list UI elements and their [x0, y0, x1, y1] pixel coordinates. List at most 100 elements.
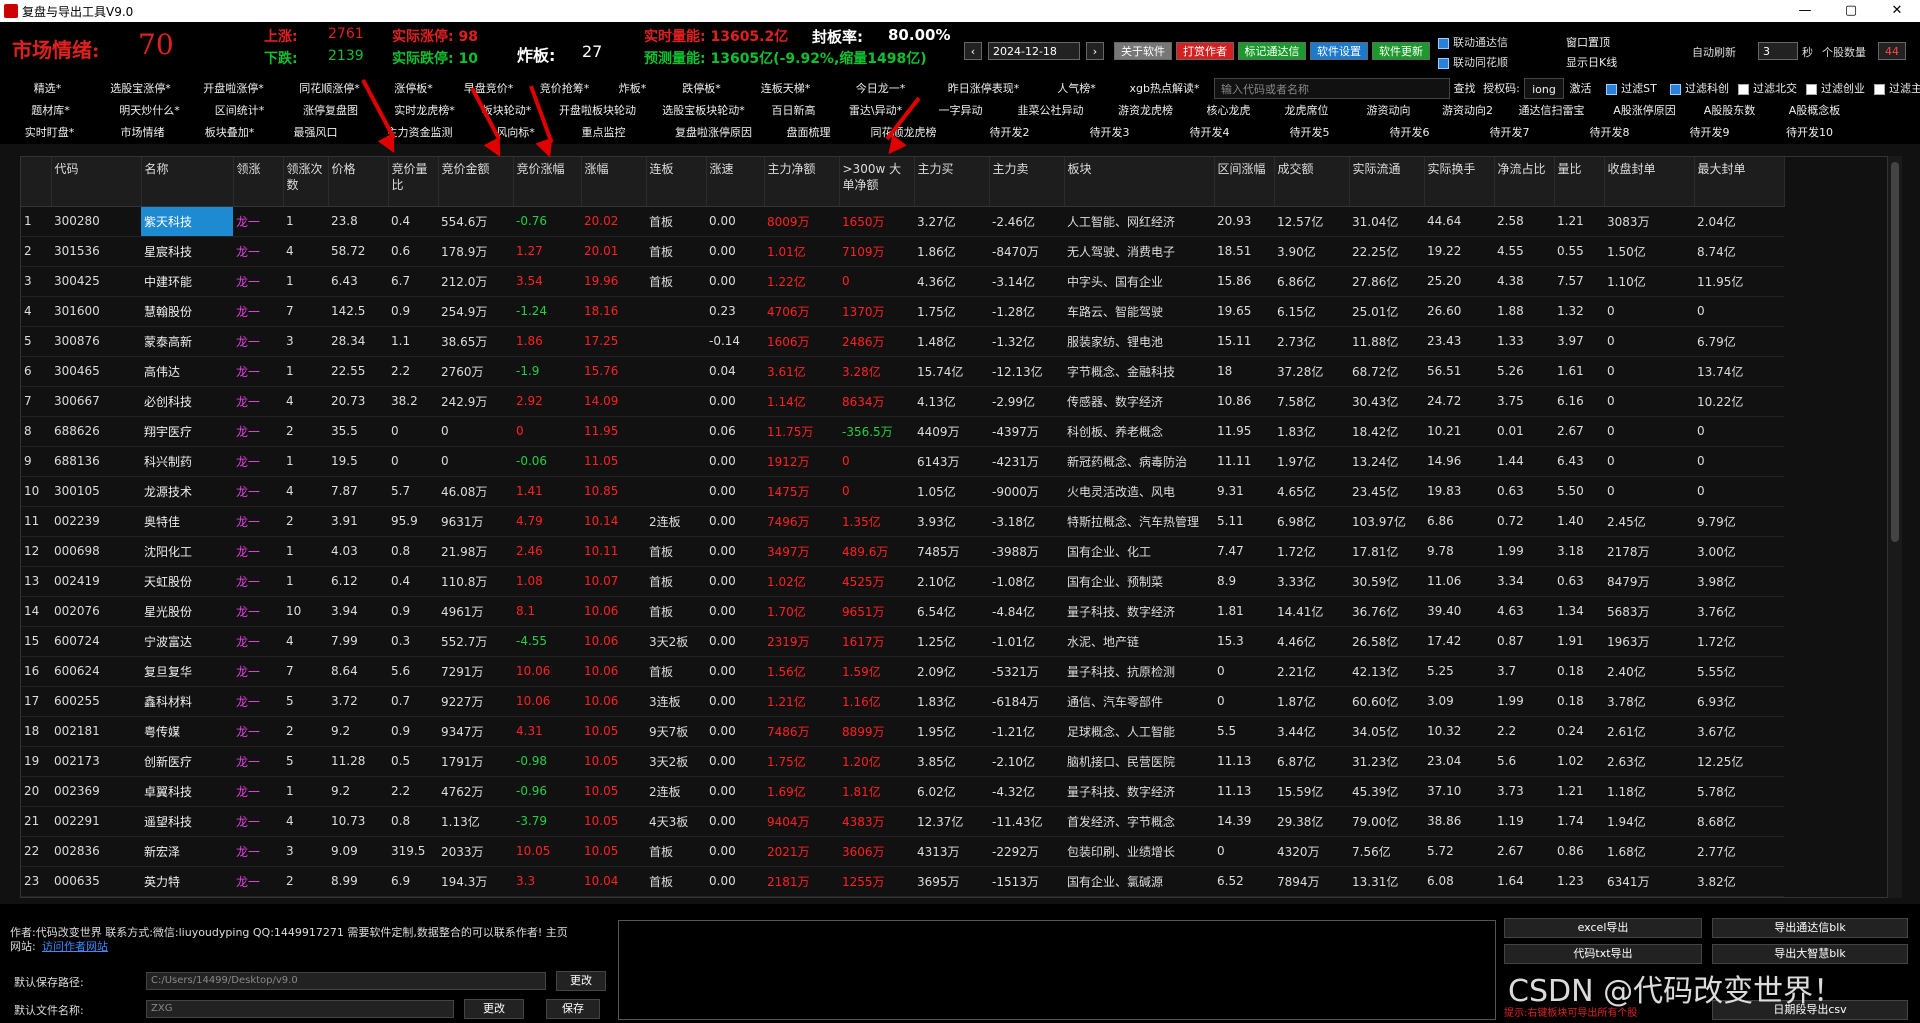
toolbar-btn-r3-4[interactable]: 主力资金监测 [358, 122, 482, 143]
search-button[interactable]: 查找 [1450, 78, 1480, 99]
table-row[interactable]: 12 000698 沈阳化工 龙一 1 4.03 0.8 21.98万 2.46 10.11 首板 0… [21, 536, 1784, 567]
toolbar-btn-r3-10[interactable]: 待开发2 [960, 122, 1060, 143]
toolbar-btn-r2-6[interactable]: 开盘啦板块轮动 [544, 100, 652, 121]
toolbar-btn-r2-4[interactable]: 实时龙虎榜* [380, 100, 470, 121]
table-row[interactable]: 4 301600 慧翰股份 龙一 7 142.5 0.9 254.9万 -1.24 18.16 0.… [21, 296, 1784, 327]
toolbar-btn-r2-18[interactable]: A股涨停原因 [1598, 100, 1692, 121]
table-row[interactable]: 7 300667 必创科技 龙一 4 20.73 38.2 242.9万 2.92 14.09 0.… [21, 386, 1784, 417]
table-row[interactable]: 1 300280 紫天科技 龙一 1 23.8 0.4 554.6万 -0.76 20.02 首板 0… [21, 206, 1784, 237]
column-header-12[interactable]: 主力净额 [764, 157, 840, 207]
table-row[interactable]: 20 002369 卓翼科技 龙一 1 9.2 2.2 4762万 -0.96 10.05 2连板 0… [21, 776, 1784, 807]
toolbar-btn-r3-11[interactable]: 待开发3 [1060, 122, 1160, 143]
toolbar-btn-r2-10[interactable]: 一字异动 [920, 100, 1002, 121]
toolbar-btn-6[interactable]: 竞价抢筹* [528, 78, 602, 99]
toolbar-btn-12[interactable]: 人气榜* [1038, 78, 1116, 99]
save-button[interactable]: 保存 [546, 999, 600, 1019]
table-row[interactable]: 10 300105 龙源技术 龙一 4 7.87 5.7 46.08万 1.41 10.85 0.0… [21, 476, 1784, 507]
column-header-2[interactable]: 名称 [141, 157, 234, 207]
close-button[interactable]: ✕ [1874, 0, 1920, 22]
column-header-6[interactable]: 竞价量比 [388, 157, 439, 207]
filter-checkbox-1[interactable]: 过滤科创 [1666, 78, 1734, 99]
toolbar-btn-r3-1[interactable]: 市场情绪 [100, 122, 186, 143]
table-row[interactable]: 5 300876 蒙泰高新 龙一 3 28.34 1.1 38.65万 1.86 17.25 -0.… [21, 326, 1784, 357]
excel-export-button[interactable]: excel导出 [1504, 918, 1702, 938]
filter-checkbox-2[interactable]: 过滤北交 [1734, 78, 1802, 99]
toolbar-btn-r3-0[interactable]: 实时盯盘* [0, 122, 100, 143]
table-row[interactable]: 19 002173 创新医疗 龙一 5 11.28 0.5 1791万 -0.98 10.05 3天… [21, 746, 1784, 777]
toolbar-btn-r3-12[interactable]: 待开发4 [1160, 122, 1260, 143]
window-top-toggle[interactable]: 窗口置顶 [1566, 34, 1610, 50]
table-row[interactable]: 14 002076 星光股份 龙一 10 3.94 0.9 4961万 8.1 10.06 首板 0.… [21, 596, 1784, 627]
date-picker[interactable]: 2024-12-18 [988, 42, 1080, 60]
column-header-22[interactable]: 量比 [1554, 157, 1605, 207]
toolbar-btn-r2-0[interactable]: 题材库* [0, 100, 102, 121]
export-tdx-blk-button[interactable]: 导出通达信blk [1712, 918, 1908, 938]
column-header-0[interactable] [21, 157, 52, 207]
txt-export-button[interactable]: 代码txt导出 [1504, 944, 1702, 964]
column-header-24[interactable]: 最大封单 [1694, 157, 1785, 207]
toolbar-btn-r3-8[interactable]: 盘面梳理 [770, 122, 848, 143]
table-row[interactable]: 3 300425 中建环能 龙一 1 6.43 6.7 212.0万 3.54 19.96 首板 0.… [21, 266, 1784, 297]
export-dzh-blk-button[interactable]: 导出大智慧blk [1712, 944, 1908, 964]
filter-checkbox-4[interactable]: 过滤主板 [1870, 78, 1920, 99]
column-header-10[interactable]: 连板 [646, 157, 707, 207]
toolbar-btn-8[interactable]: 跌停板* [664, 78, 740, 99]
table-row[interactable]: 22 002836 新宏泽 龙一 3 9.09 319.5 2033万 10.05 10.05 首板… [21, 836, 1784, 867]
toolbar-btn-r2-17[interactable]: 通达信扫雷宝 [1506, 100, 1598, 121]
toolbar-btn-r2-14[interactable]: 龙虎席位 [1266, 100, 1348, 121]
minimize-button[interactable]: — [1782, 0, 1828, 22]
change-name-button[interactable]: 更改 [464, 999, 524, 1019]
toolbar-btn-r2-7[interactable]: 选股宝板块轮动* [652, 100, 756, 121]
log-output-area[interactable] [618, 920, 1496, 1020]
filter-checkbox-0[interactable]: 过滤ST [1598, 78, 1666, 99]
table-row[interactable]: 6 300465 高伟达 龙一 1 22.55 2.2 2760万 -1.9 15.76 0.04 3… [21, 356, 1784, 387]
toolbar-btn-r3-16[interactable]: 待开发8 [1560, 122, 1660, 143]
filter-checkbox-3[interactable]: 过滤创业 [1802, 78, 1870, 99]
vertical-scrollbar[interactable] [1888, 156, 1902, 898]
toolbar-btn-r2-15[interactable]: 游资动向 [1348, 100, 1430, 121]
column-header-11[interactable]: 涨速 [706, 157, 765, 207]
table-row[interactable]: 2 301536 星宸科技 龙一 4 58.72 0.6 178.9万 1.27 20.01 首板 0… [21, 236, 1784, 267]
link-tdx-checkbox[interactable]: 联动通达信 [1438, 34, 1508, 50]
about-button[interactable]: 关于软件 [1114, 42, 1172, 60]
toolbar-btn-r2-20[interactable]: A股概念板 [1768, 100, 1862, 121]
file-name-input[interactable]: ZXG [146, 1000, 454, 1018]
toolbar-btn-5[interactable]: 早盘竞价* [450, 78, 528, 99]
toolbar-btn-r2-19[interactable]: A股股东数 [1692, 100, 1768, 121]
column-header-3[interactable]: 领涨 [233, 157, 284, 207]
mark-tdx-button[interactable]: 标记通达信 [1238, 42, 1306, 60]
toolbar-btn-r3-17[interactable]: 待开发9 [1660, 122, 1760, 143]
toolbar-btn-r2-11[interactable]: 韭菜公社异动 [1002, 100, 1100, 121]
toolbar-btn-r3-13[interactable]: 待开发5 [1260, 122, 1360, 143]
toolbar-btn-r2-8[interactable]: 百日新高 [756, 100, 832, 121]
column-header-5[interactable]: 价格 [328, 157, 389, 207]
column-header-15[interactable]: 主力卖 [989, 157, 1065, 207]
column-header-9[interactable]: 涨幅 [581, 157, 647, 207]
toolbar-btn-r3-6[interactable]: 重点监控 [550, 122, 658, 143]
link-ths-checkbox[interactable]: 联动同花顺 [1438, 54, 1508, 70]
activate-button[interactable]: 激活 [1564, 78, 1598, 99]
toolbar-btn-2[interactable]: 开盘啦涨停* [186, 78, 282, 99]
table-row[interactable]: 23 000635 英力特 龙一 2 8.99 6.9 194.3万 3.3 10.04 首板 0.0… [21, 866, 1784, 897]
show-day-k-toggle[interactable]: 显示日K线 [1566, 54, 1617, 70]
toolbar-btn-r2-12[interactable]: 游资龙虎榜 [1100, 100, 1192, 121]
auth-input[interactable]: iong [1524, 78, 1564, 99]
toolbar-btn-r3-15[interactable]: 待开发7 [1460, 122, 1560, 143]
column-header-8[interactable]: 竞价涨幅 [513, 157, 582, 207]
toolbar-btn-r2-13[interactable]: 核心龙虎 [1192, 100, 1266, 121]
column-header-17[interactable]: 区间涨幅 [1214, 157, 1275, 207]
toolbar-btn-11[interactable]: 昨日涨停表现* [930, 78, 1038, 99]
reward-button[interactable]: 打赏作者 [1176, 42, 1234, 60]
column-header-19[interactable]: 实际流通 [1349, 157, 1425, 207]
toolbar-btn-r2-3[interactable]: 涨停复盘图 [282, 100, 380, 121]
refresh-interval-input[interactable]: 3 [1758, 42, 1798, 60]
column-header-4[interactable]: 领涨次数 [283, 157, 329, 207]
toolbar-btn-r3-3[interactable]: 最强风口 [274, 122, 358, 143]
column-header-14[interactable]: 主力买 [914, 157, 990, 207]
table-row[interactable]: 21 002291 遥望科技 龙一 4 10.73 0.8 1.13亿 -3.79 10.05 4天… [21, 806, 1784, 837]
toolbar-btn-r2-1[interactable]: 明天炒什么* [102, 100, 198, 121]
search-input[interactable]: 输入代码或者名称 [1214, 78, 1450, 99]
toolbar-btn-r3-7[interactable]: 复盘啦涨停原因 [658, 122, 770, 143]
toolbar-btn-r2-16[interactable]: 游资动向2 [1430, 100, 1506, 121]
table-row[interactable]: 18 002181 粤传媒 龙一 2 9.2 0.9 9347万 4.31 10.05 9天7板 0.… [21, 716, 1784, 747]
